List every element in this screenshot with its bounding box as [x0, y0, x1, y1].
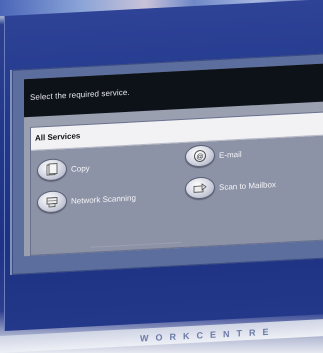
screen-content: Select the required service. All Service…: [24, 63, 323, 257]
touch-screen: Select the required service. All Service…: [10, 53, 323, 276]
network-scanning-service-button[interactable]: Network Scanning: [37, 186, 136, 214]
scan-to-mailbox-service-label: Scan to Mailbox: [219, 179, 276, 192]
prompt-message: Select the required service.: [24, 63, 323, 118]
email-icon: @: [185, 144, 215, 168]
scan-to-mailbox-service-button[interactable]: Scan to Mailbox: [185, 173, 276, 200]
copy-icon: [37, 158, 67, 182]
copy-service-label: Copy: [71, 163, 90, 174]
copy-service-button[interactable]: Copy: [37, 157, 90, 182]
network-scanning-icon: [37, 190, 67, 214]
device-photo: WORKCENTRE Select the required service. …: [0, 0, 323, 353]
panel-reflection: [91, 236, 181, 248]
network-scanning-service-label: Network Scanning: [71, 192, 136, 206]
scan-to-mailbox-icon: [185, 176, 215, 200]
svg-text:@: @: [196, 153, 203, 160]
services-panel: All Services Copy @ E-mail Network Scann…: [30, 111, 323, 256]
all-services-tab[interactable]: All Services: [31, 112, 323, 151]
email-service-label: E-mail: [219, 149, 242, 160]
email-service-button[interactable]: @ E-mail: [185, 143, 242, 168]
